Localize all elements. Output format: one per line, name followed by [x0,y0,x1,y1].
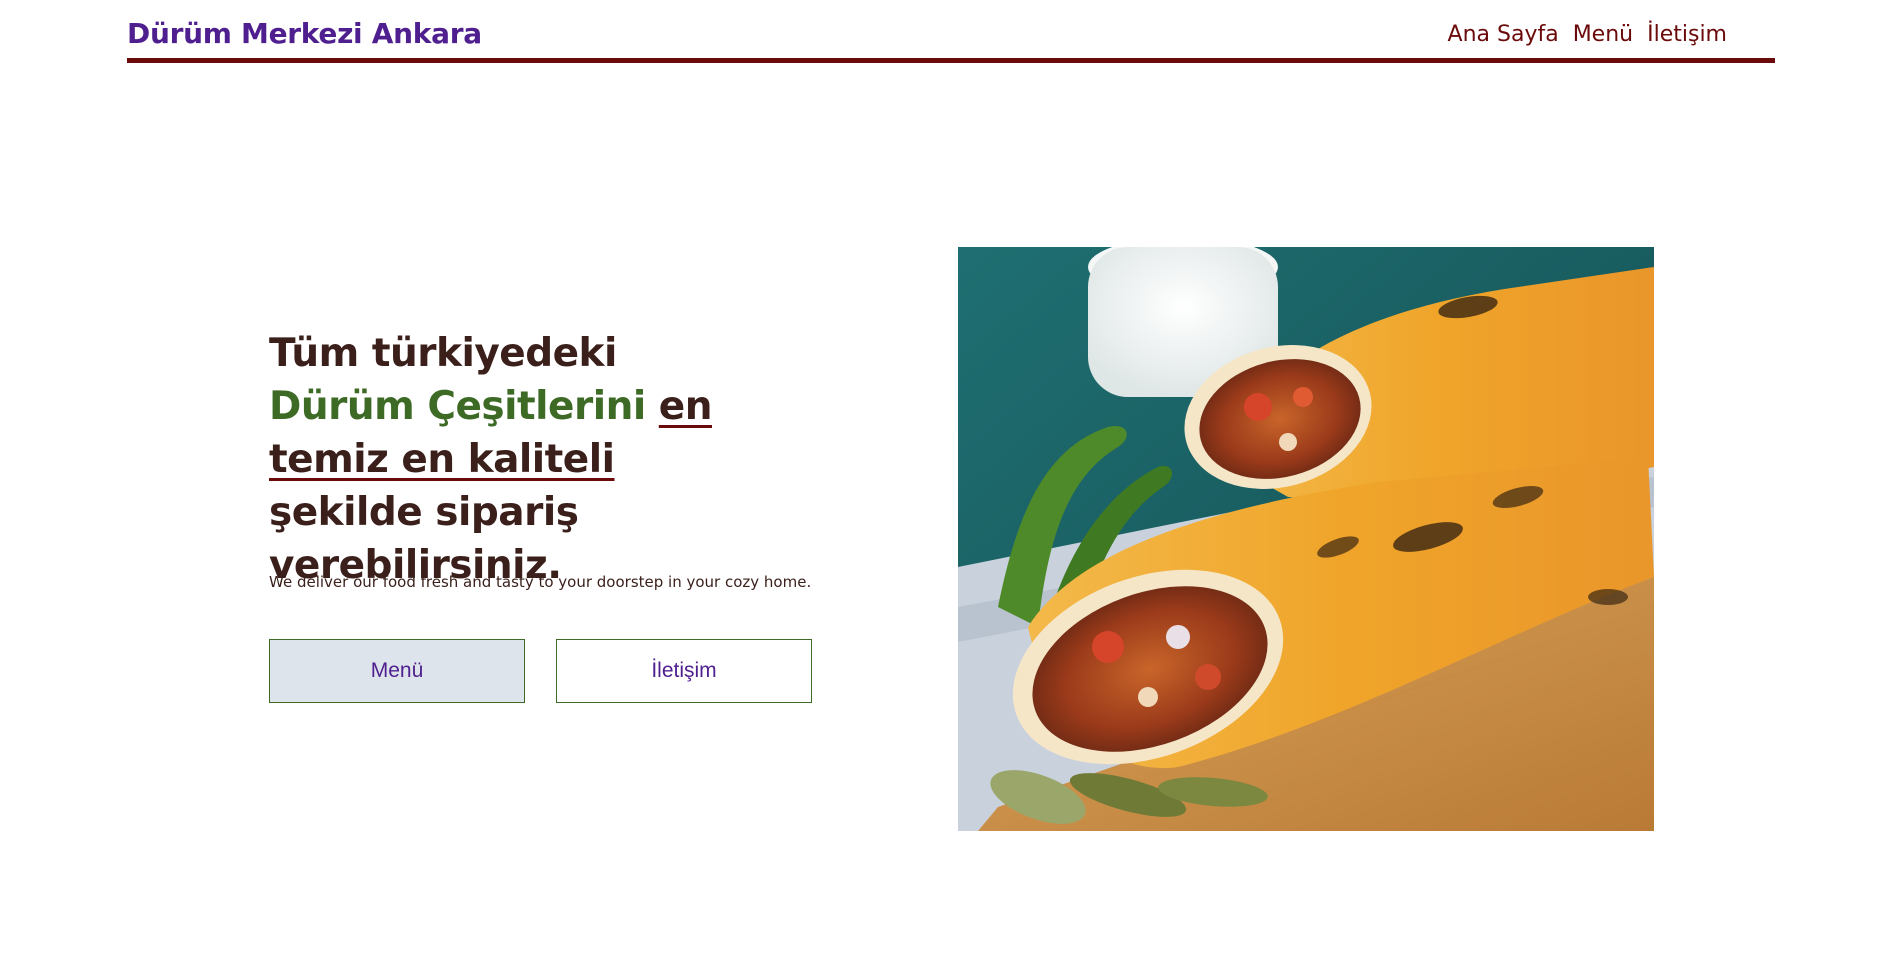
menu-button[interactable]: Menü [269,639,525,703]
hero-title: Tüm türkiyedeki Dürüm Çeşitlerini en tem… [269,327,769,592]
contact-button[interactable]: İletişim [556,639,812,703]
hero-title-space [646,384,659,429]
hero-title-accent: Dürüm Çeşitlerini [269,384,646,429]
brand-title[interactable]: Dürüm Merkezi Ankara [127,17,482,50]
hero-subtitle: We deliver our food fresh and tasty to y… [269,573,812,591]
nav-link-home[interactable]: Ana Sayfa [1448,22,1559,47]
hero-title-part1: Tüm türkiyedeki [269,331,617,376]
nav-link-menu[interactable]: Menü [1573,22,1633,47]
durum-wrap-photo [958,247,1654,831]
site-header: Dürüm Merkezi Ankara Ana Sayfa Menü İlet… [127,0,1775,63]
nav-link-contact[interactable]: İletişim [1647,22,1727,47]
page: Dürüm Merkezi Ankara Ana Sayfa Menü İlet… [0,0,1903,954]
main-nav: Ana Sayfa Menü İletişim [1448,22,1727,47]
